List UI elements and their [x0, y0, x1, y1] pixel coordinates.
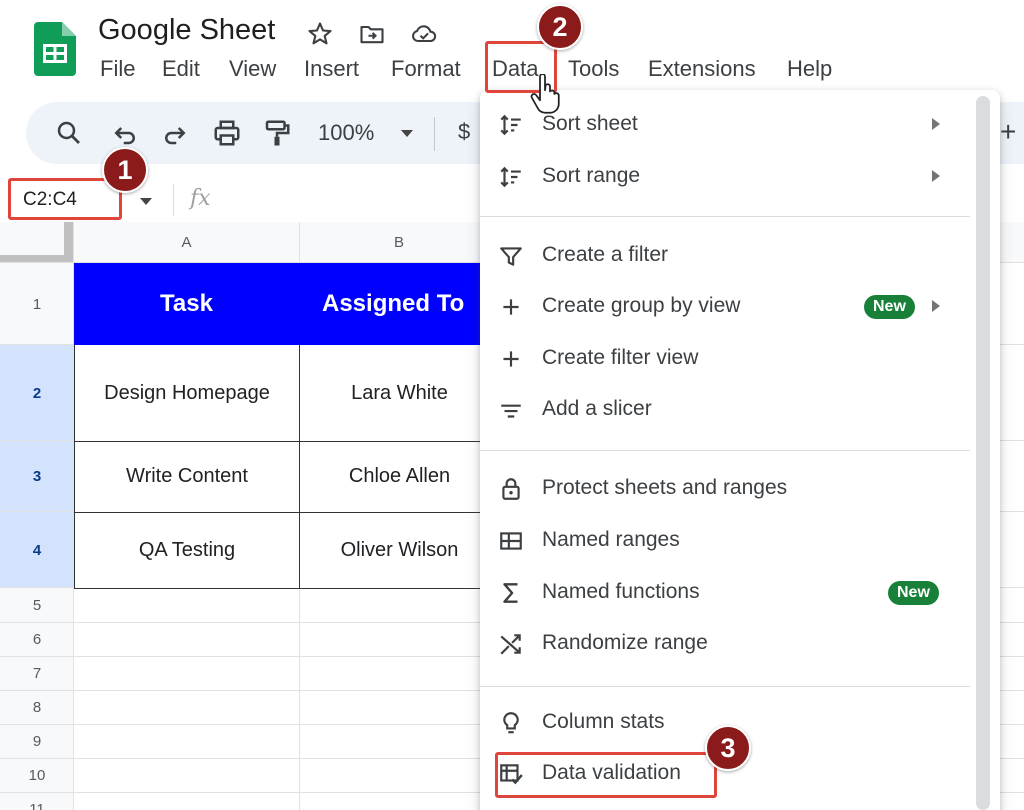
paint-format-icon[interactable]	[262, 118, 292, 148]
plus-icon	[503, 299, 519, 315]
menu-item-sort-range[interactable]: Sort range	[480, 152, 970, 202]
menu-insert[interactable]: Insert	[304, 56, 359, 82]
cell-a3[interactable]: Write Content	[74, 441, 300, 513]
menu-file[interactable]: File	[100, 56, 135, 82]
menu-item-protect-sheets[interactable]: Protect sheets and ranges	[480, 464, 970, 514]
menu-item-label: Column stats	[542, 710, 665, 733]
menu-scrollbar[interactable]	[976, 96, 990, 810]
sort-icon	[500, 114, 521, 136]
lightbulb-icon	[503, 712, 519, 734]
menu-item-create-filter-view[interactable]: Create filter view	[480, 334, 970, 384]
menu-item-label: Sort range	[542, 164, 641, 187]
menu-separator	[480, 450, 970, 451]
menu-item-label: Protect sheets and ranges	[542, 476, 788, 499]
cell-a2[interactable]: Design Homepage	[74, 345, 300, 442]
menu-item-add-slicer[interactable]: Add a slicer	[480, 385, 970, 435]
toolbar-divider	[434, 117, 435, 151]
more-toolbar-button[interactable]: +	[1000, 116, 1016, 148]
cell-a1[interactable]: Task	[74, 263, 299, 345]
menu-extensions[interactable]: Extensions	[648, 56, 756, 82]
step-marker-2: 2	[537, 4, 583, 50]
menu-item-randomize-range[interactable]: Randomize range	[480, 619, 970, 669]
plus-icon	[503, 351, 519, 367]
row-header-3[interactable]: 3	[0, 441, 74, 512]
menu-format[interactable]: Format	[391, 56, 461, 82]
row-header-4[interactable]: 4	[0, 512, 74, 588]
menu-item-label: Sort sheet	[542, 112, 638, 135]
menu-item-label: Named functions	[542, 580, 700, 603]
menu-separator	[480, 216, 970, 217]
menu-item-named-functions[interactable]: Named functions New	[480, 568, 970, 618]
name-box-caret-icon[interactable]	[140, 198, 152, 205]
step-marker-1: 1	[102, 147, 148, 193]
row-header-10[interactable]: 10	[0, 758, 74, 792]
zoom-caret-icon[interactable]	[401, 130, 413, 137]
named-ranges-icon	[500, 532, 522, 550]
menu-separator	[480, 686, 970, 687]
menu-item-named-ranges[interactable]: Named ranges	[480, 516, 970, 566]
row-header-8[interactable]: 8	[0, 690, 74, 724]
menu-bar: File Edit View Insert Format Data Tools …	[0, 52, 900, 88]
menu-item-label: Add a slicer	[542, 397, 652, 420]
menu-item-label: Create filter view	[542, 346, 699, 369]
submenu-arrow-icon	[932, 300, 940, 312]
column-header-b[interactable]: B	[299, 222, 499, 263]
submenu-arrow-icon	[932, 170, 940, 182]
search-icon[interactable]	[54, 118, 84, 148]
column-header-a[interactable]: A	[74, 222, 299, 263]
cell-b4[interactable]: Oliver Wilson	[299, 512, 499, 589]
row-header-7[interactable]: 7	[0, 656, 74, 690]
menu-item-label: Create group by view	[542, 294, 741, 317]
row-header-9[interactable]: 9	[0, 724, 74, 758]
menu-item-label: Randomize range	[542, 631, 708, 654]
formula-bar-divider	[173, 184, 174, 216]
row-header-11[interactable]: 11	[0, 792, 74, 810]
shuffle-icon	[500, 634, 521, 655]
step-marker-3: 3	[705, 725, 751, 771]
print-icon[interactable]	[212, 118, 242, 148]
cell-b2[interactable]: Lara White	[299, 345, 499, 442]
document-title[interactable]: Google Sheet	[98, 14, 275, 47]
new-badge: New	[864, 295, 915, 319]
menu-item-label: Create a filter	[542, 243, 669, 266]
sigma-icon	[503, 583, 518, 603]
menu-item-label: Named ranges	[542, 528, 680, 551]
cell-b1[interactable]: Assigned To	[299, 263, 499, 345]
fx-icon: fx	[190, 186, 211, 211]
sort-icon	[500, 166, 521, 188]
cell-b3[interactable]: Chloe Allen	[299, 441, 499, 513]
redo-icon[interactable]	[160, 118, 190, 148]
menu-item-label: Data validation	[542, 761, 681, 784]
menu-item-create-group-by-view[interactable]: Create group by view New	[480, 282, 970, 332]
menu-help[interactable]: Help	[787, 56, 832, 82]
menu-item-create-filter[interactable]: Create a filter	[480, 231, 970, 281]
move-folder-icon[interactable]	[358, 20, 386, 48]
undo-icon[interactable]	[110, 118, 140, 148]
menu-tools[interactable]: Tools	[568, 56, 619, 82]
row-header-1[interactable]: 1	[0, 263, 74, 345]
menu-view[interactable]: View	[229, 56, 276, 82]
cell-a4[interactable]: QA Testing	[74, 512, 300, 589]
submenu-arrow-icon	[932, 118, 940, 130]
slicer-icon	[501, 404, 521, 418]
currency-format-button[interactable]: $	[458, 119, 470, 145]
hand-cursor-icon	[530, 74, 560, 114]
new-badge: New	[888, 581, 939, 605]
menu-edit[interactable]: Edit	[162, 56, 200, 82]
lock-icon	[502, 478, 520, 500]
row-header-6[interactable]: 6	[0, 622, 74, 656]
data-validation-icon	[500, 764, 523, 785]
row-header-2[interactable]: 2	[0, 345, 74, 441]
star-icon[interactable]	[306, 20, 334, 48]
filter-icon	[500, 247, 522, 266]
cloud-saved-icon[interactable]	[410, 20, 438, 48]
name-box[interactable]: C2:C4	[8, 178, 122, 220]
zoom-select[interactable]: 100%	[318, 120, 374, 146]
row-header-5[interactable]: 5	[0, 588, 74, 622]
